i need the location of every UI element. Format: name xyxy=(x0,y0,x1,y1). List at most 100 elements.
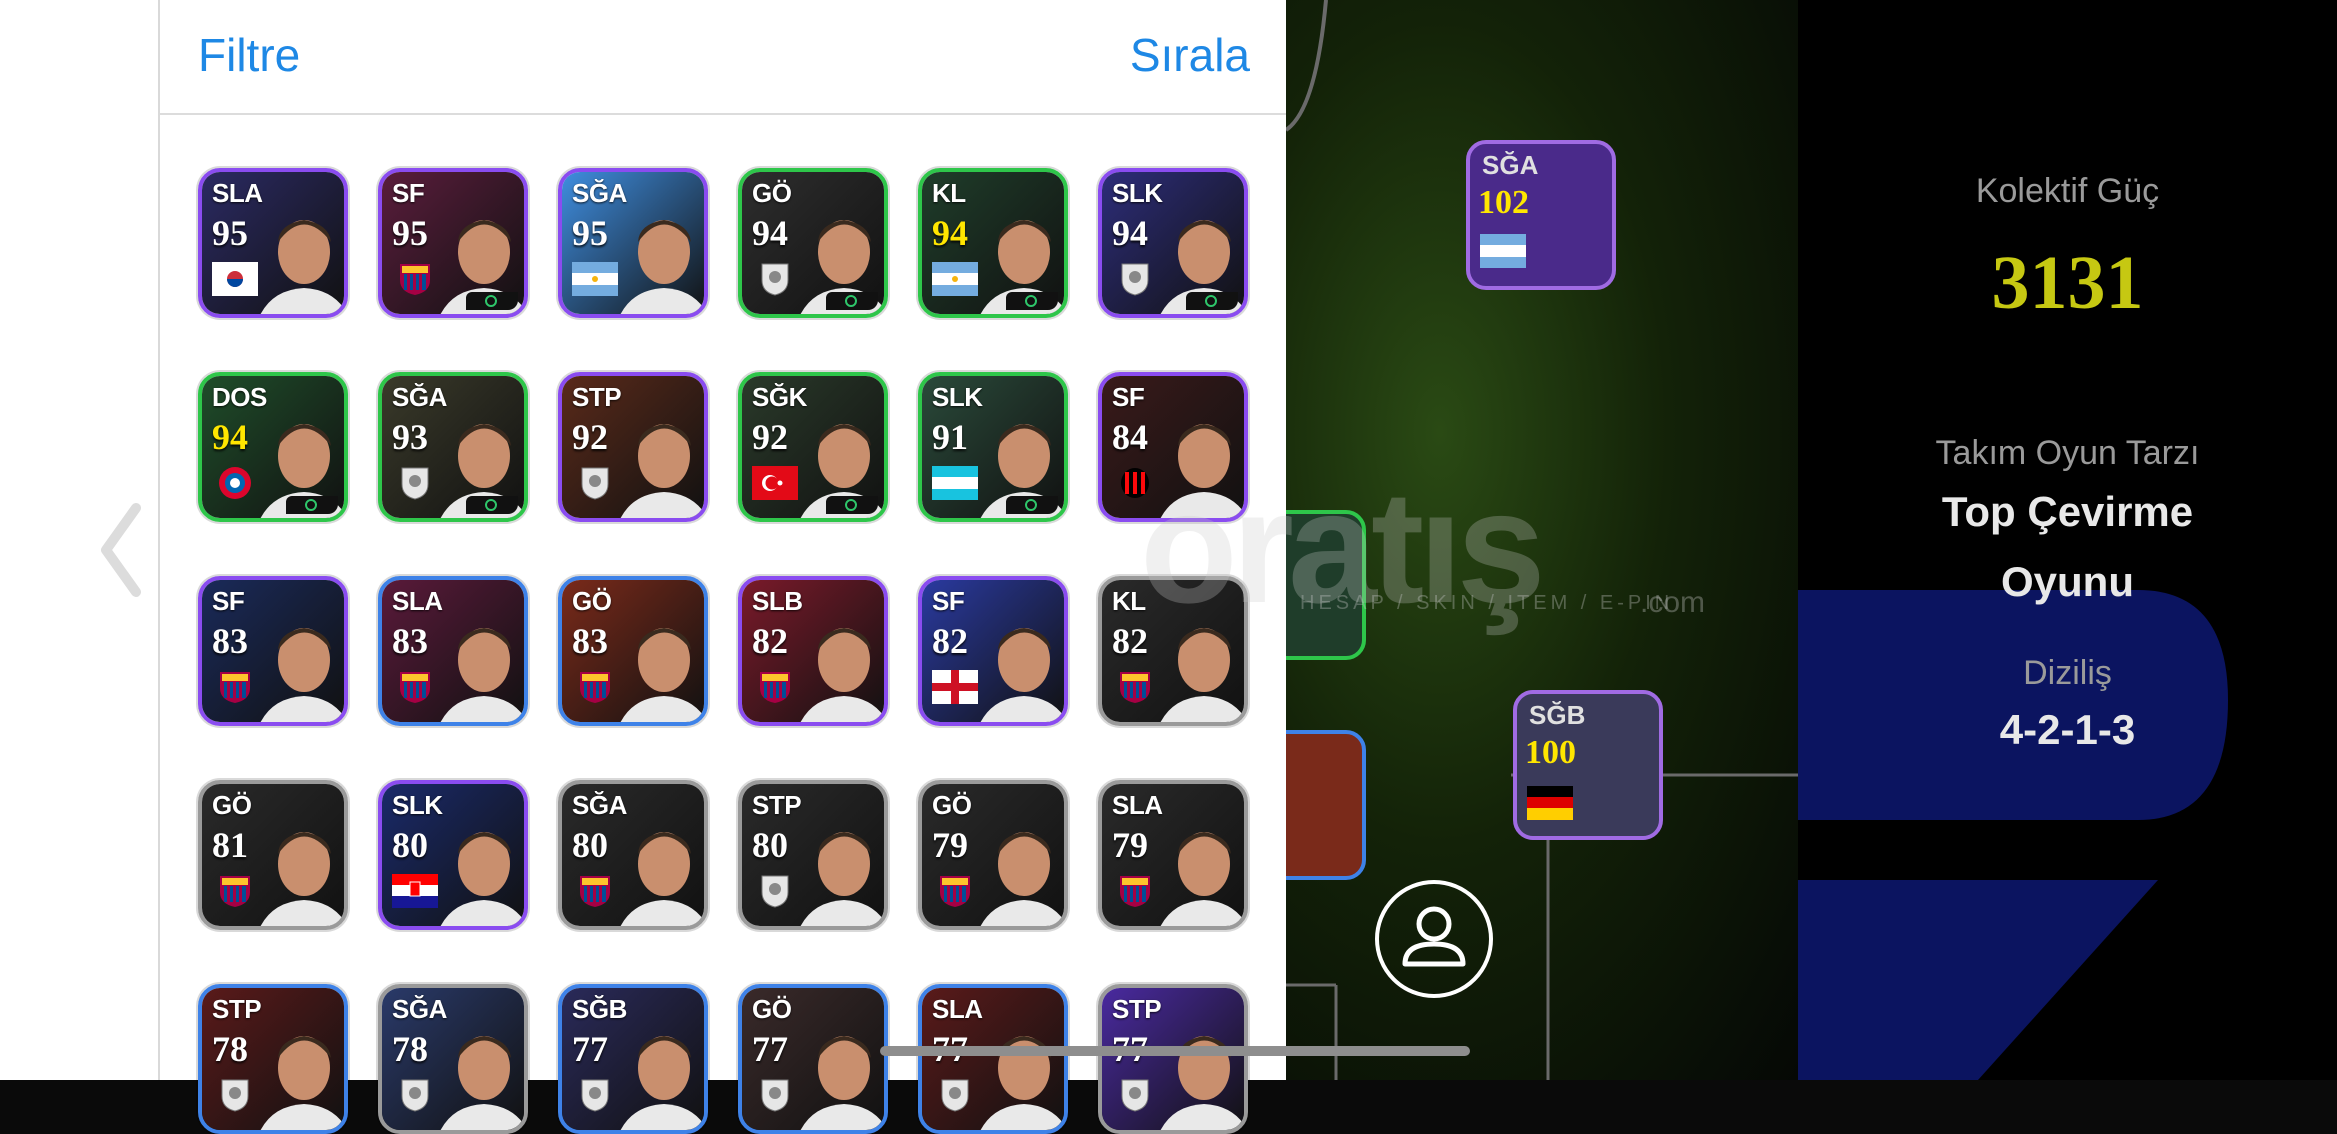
player-card[interactable]: SF 82 xyxy=(918,576,1068,726)
player-portrait xyxy=(260,832,344,926)
player-position: SLA xyxy=(392,586,443,616)
bayern-crest-icon xyxy=(212,466,258,502)
player-card[interactable]: SĞA 78 xyxy=(378,984,528,1134)
england-flag-icon xyxy=(932,670,978,706)
player-portrait xyxy=(800,628,884,722)
barcelona-crest-icon xyxy=(392,670,438,706)
player-position: KL xyxy=(932,178,966,208)
player-card[interactable]: STP 80 xyxy=(738,780,888,930)
player-card[interactable]: SĞA 93 xyxy=(378,372,528,522)
watermark-sub: HESAP / SKIN / ITEM / E-PIN xyxy=(1300,592,1674,614)
filter-button[interactable]: Filtre xyxy=(198,28,300,82)
player-rating: 81 xyxy=(212,825,248,865)
player-position: GÖ xyxy=(212,790,252,820)
player-rating: 79 xyxy=(932,825,968,865)
player-card[interactable]: DOS 94 xyxy=(198,372,348,522)
team-power-label: Kolektif Güç xyxy=(1975,172,2160,210)
player-position: SĞA xyxy=(392,994,447,1024)
player-rating: 95 xyxy=(212,213,248,253)
player-rating: 77 xyxy=(752,1029,788,1069)
player-card[interactable]: SLK 80 xyxy=(378,780,528,930)
player-card[interactable]: SLK 91 xyxy=(918,372,1068,522)
player-position: GÖ xyxy=(572,586,612,616)
player-position: GÖ xyxy=(752,994,792,1024)
barcelona-crest-icon xyxy=(572,874,618,910)
skill-badge-icon xyxy=(826,496,878,514)
germany-flag-icon xyxy=(1527,786,1573,820)
pitch-card-rating: 102 xyxy=(1478,184,1529,221)
player-rating: 84 xyxy=(1112,417,1148,457)
player-card[interactable]: SĞA 95 xyxy=(558,168,708,318)
player-position: SF xyxy=(212,586,245,616)
pitch-card-rating: 100 xyxy=(1525,734,1576,771)
player-card[interactable]: SLA 83 xyxy=(378,576,528,726)
player-card[interactable]: SF 83 xyxy=(198,576,348,726)
player-card[interactable]: GÖ 81 xyxy=(198,780,348,930)
club-crest-icon xyxy=(392,1078,438,1114)
player-card[interactable]: STP 92 xyxy=(558,372,708,522)
profile-button[interactable] xyxy=(1375,880,1493,998)
player-card[interactable]: SĞK 92 xyxy=(738,372,888,522)
pitch-player-card-partial-2[interactable] xyxy=(1286,730,1366,880)
player-rating: 92 xyxy=(572,417,608,457)
player-position: SĞA xyxy=(572,178,627,208)
pitch-card-position: SĞB xyxy=(1529,700,1586,730)
player-card[interactable]: SF 95 xyxy=(378,168,528,318)
player-rating: 91 xyxy=(932,417,968,457)
player-position: STP xyxy=(572,382,622,412)
club-crest-icon xyxy=(1112,1078,1158,1114)
player-position: GÖ xyxy=(752,178,792,208)
turkey-flag-icon xyxy=(752,466,798,502)
player-card[interactable]: SĞA 80 xyxy=(558,780,708,930)
pitch-player-card-right[interactable]: SĞB 100 xyxy=(1513,690,1663,840)
formation-label: Diziliş xyxy=(2023,654,2112,692)
player-rating: 78 xyxy=(212,1029,248,1069)
pitch-card-position: SĞA xyxy=(1482,150,1539,180)
club-crest-icon xyxy=(572,1078,618,1114)
player-position: STP xyxy=(212,994,262,1024)
club-crest-icon xyxy=(1112,262,1158,298)
player-portrait xyxy=(440,1036,524,1130)
player-portrait xyxy=(620,220,704,314)
player-card[interactable]: GÖ 79 xyxy=(918,780,1068,930)
player-card[interactable]: SLA77 xyxy=(918,984,1068,1134)
player-card[interactable]: STP 78 xyxy=(198,984,348,1134)
player-rating: 80 xyxy=(392,825,428,865)
player-card[interactable]: KL 94 xyxy=(918,168,1068,318)
player-position: SF xyxy=(932,586,965,616)
barcelona-crest-icon xyxy=(572,670,618,706)
side-decoration xyxy=(1798,590,2228,1080)
player-card[interactable]: SLK 94 xyxy=(1098,168,1248,318)
sort-button[interactable]: Sırala xyxy=(1130,28,1250,82)
player-portrait xyxy=(800,832,884,926)
croatia-flag-icon xyxy=(392,874,438,910)
play-style-value-line1: Top Çevirme xyxy=(1941,488,2194,535)
player-card[interactable]: GÖ 77 xyxy=(738,984,888,1134)
player-rating: 95 xyxy=(572,213,608,253)
club-crest-icon xyxy=(212,1078,258,1114)
player-rating: 94 xyxy=(932,213,968,253)
player-card[interactable]: GÖ 94 xyxy=(738,168,888,318)
player-portrait xyxy=(620,628,704,722)
player-card[interactable]: SLA 79 xyxy=(1098,780,1248,930)
left-margin xyxy=(0,0,158,1080)
player-rating: 80 xyxy=(752,825,788,865)
player-card[interactable]: GÖ 83 xyxy=(558,576,708,726)
barcelona-crest-icon xyxy=(932,874,978,910)
player-position: SĞB xyxy=(572,994,627,1024)
player-position: SF xyxy=(392,178,425,208)
player-card[interactable]: STP77 xyxy=(1098,984,1248,1134)
player-card[interactable]: SĞB 77 xyxy=(558,984,708,1134)
club-crest-icon xyxy=(392,466,438,502)
player-card[interactable]: SLA 95 xyxy=(198,168,348,318)
player-position: GÖ xyxy=(932,790,972,820)
barcelona-crest-icon xyxy=(212,670,258,706)
barcelona-crest-icon xyxy=(752,670,798,706)
player-position: SĞA xyxy=(392,382,447,412)
formation-value: 4-2-1-3 xyxy=(1999,706,2136,753)
player-portrait xyxy=(980,628,1064,722)
chevron-left-icon[interactable] xyxy=(96,500,146,600)
pitch-player-card-top[interactable]: SĞA 102 xyxy=(1466,140,1616,290)
player-portrait xyxy=(980,1036,1064,1130)
player-card[interactable]: SLB 82 xyxy=(738,576,888,726)
